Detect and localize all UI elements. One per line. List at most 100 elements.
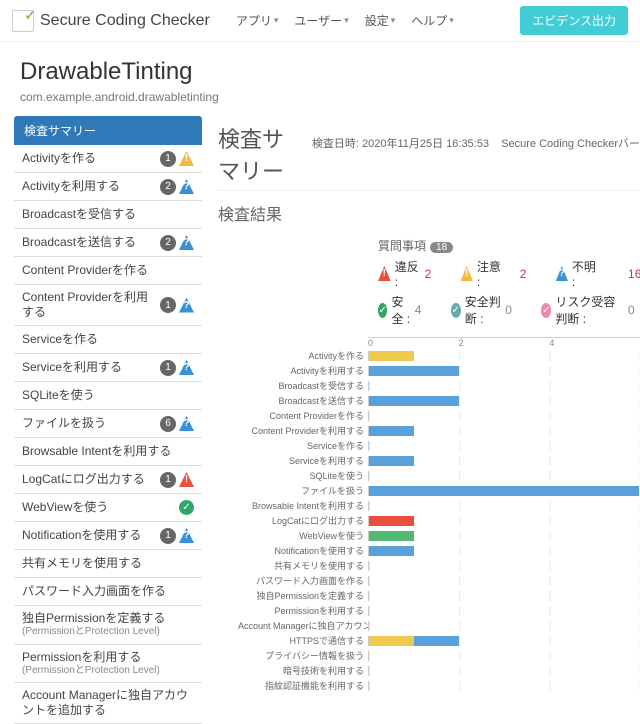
sidebar-item-label: LogCatにログ出力する bbox=[22, 472, 160, 487]
count-badge: 1 bbox=[160, 297, 176, 313]
chart-row: 共有メモリを使用する bbox=[368, 558, 640, 573]
chart-row-label: Activityを利用する bbox=[238, 364, 368, 377]
sidebar-item-label: Account Managerに独自アカウントを追加する bbox=[22, 688, 194, 718]
sidebar-item[interactable]: ファイルを扱う6? bbox=[14, 410, 202, 438]
sidebar-item[interactable]: Activityを作る1! bbox=[14, 145, 202, 173]
chart-row: 独自Permissionを定義する bbox=[368, 588, 640, 603]
chart-row-label: Content Providerを作る bbox=[238, 409, 368, 422]
safe-icon: ✓ bbox=[179, 500, 194, 515]
stat-caution: !注意 : 2 bbox=[461, 258, 532, 289]
stat-risk: ✓リスク受容判断 : 0 bbox=[541, 293, 640, 327]
sidebar-item[interactable]: Serviceを利用する1? bbox=[14, 354, 202, 382]
project-name: DrawableTinting bbox=[20, 58, 620, 86]
chart-row-label: ファイルを扱う bbox=[238, 484, 368, 497]
sidebar-item-label: Broadcastを受信する bbox=[22, 207, 194, 222]
unk-icon: ? bbox=[179, 179, 194, 194]
sidebar-item-label: 独自Permissionを定義する(PermissionとProtection … bbox=[22, 611, 194, 639]
violation-icon: ! bbox=[378, 266, 391, 281]
sidebar-item[interactable]: Activityを利用する2? bbox=[14, 173, 202, 201]
chart-row: LogCatにログ出力する bbox=[368, 513, 640, 528]
sidebar-item-label: 共有メモリを使用する bbox=[22, 556, 194, 571]
count-badge: 1 bbox=[160, 360, 176, 376]
chart-row-label: 暗号技術を利用する bbox=[238, 664, 368, 677]
chart-row-label: 独自Permissionを定義する bbox=[238, 589, 368, 602]
chart-row-label: Broadcastを受信する bbox=[238, 379, 368, 392]
stat-violation: !違反 :2 bbox=[378, 258, 437, 289]
nav-ヘルプ[interactable]: ヘルプ▾ bbox=[405, 8, 460, 33]
sidebar-item-label: Notificationを使用する bbox=[22, 528, 160, 543]
sidebar-item-label: パスワード入力画面を作る bbox=[22, 584, 194, 599]
chart-row-label: Browsable Intentを利用する bbox=[238, 499, 368, 512]
sidebar-item[interactable]: Content Providerを利用する1? bbox=[14, 285, 202, 326]
project-header: DrawableTinting com.example.android.draw… bbox=[0, 42, 640, 110]
chart-row-label: LogCatにログ出力する bbox=[238, 514, 368, 527]
sidebar-item[interactable]: Browsable Intentを利用する bbox=[14, 438, 202, 466]
chart-row-label: 共有メモリを使用する bbox=[238, 559, 368, 572]
sidebar-item[interactable]: Broadcastを受信する bbox=[14, 201, 202, 229]
sidebar-item[interactable]: Serviceを作る bbox=[14, 326, 202, 354]
chart-row-label: Content Providerを利用する bbox=[238, 424, 368, 437]
sidebar-item-label: Activityを利用する bbox=[22, 179, 160, 194]
chart-row-label: Broadcastを送信する bbox=[238, 394, 368, 407]
sidebar-item[interactable]: Content Providerを作る bbox=[14, 257, 202, 285]
chart-row: Broadcastを送信する bbox=[368, 393, 640, 408]
question-count-badge: 18 bbox=[430, 242, 453, 253]
chart-row-label: SQLiteを使う bbox=[238, 469, 368, 482]
package-name: com.example.android.drawabletinting bbox=[20, 90, 620, 104]
sidebar-item[interactable]: LogCatにログ出力する1! bbox=[14, 466, 202, 494]
summary-chart: 024 Activityを作るActivityを利用するBroadcastを受信… bbox=[368, 337, 640, 693]
sidebar-item-label: Serviceを作る bbox=[22, 332, 194, 347]
sidebar-item-label: Content Providerを利用する bbox=[22, 290, 160, 320]
nav-アプリ[interactable]: アプリ▾ bbox=[230, 8, 285, 33]
nav-設定[interactable]: 設定▾ bbox=[359, 8, 402, 33]
sidebar-header[interactable]: 検査サマリー bbox=[14, 116, 202, 145]
chart-row: 指紋認証機能を利用する bbox=[368, 678, 640, 693]
sidebar-item-label: Broadcastを送信する bbox=[22, 235, 160, 250]
export-evidence-button[interactable]: エビデンス出力 bbox=[520, 6, 628, 35]
chart-row-label: WebViewを使う bbox=[238, 529, 368, 542]
chart-row-label: Serviceを利用する bbox=[238, 454, 368, 467]
sidebar-item-label: Serviceを利用する bbox=[22, 360, 160, 375]
sidebar-item[interactable]: Account Managerに独自アカウントを追加する bbox=[14, 683, 202, 724]
sidebar-item[interactable]: WebViewを使う✓ bbox=[14, 494, 202, 522]
sidebar-item[interactable]: Broadcastを送信する2? bbox=[14, 229, 202, 257]
chart-row: WebViewを使う bbox=[368, 528, 640, 543]
nav-ユーザー[interactable]: ユーザー▾ bbox=[288, 8, 354, 33]
chart-row: Permissionを利用する bbox=[368, 603, 640, 618]
chart-row: ファイルを扱う bbox=[368, 483, 640, 498]
stat-safedec: ✓安全判断 :0 bbox=[451, 293, 518, 327]
result-heading: 検査結果 bbox=[218, 201, 640, 225]
stat-safe: ✓安全 :4 bbox=[378, 293, 427, 327]
top-nav: アプリ▾ユーザー▾設定▾ヘルプ▾ bbox=[230, 8, 460, 33]
chevron-down-icon: ▾ bbox=[449, 15, 454, 26]
sidebar-item-label: WebViewを使う bbox=[22, 500, 179, 515]
caution-icon: ! bbox=[179, 151, 194, 166]
chart-row: パスワード入力画面を作る bbox=[368, 573, 640, 588]
sidebar-item-label: Browsable Intentを利用する bbox=[22, 444, 194, 459]
sidebar-item[interactable]: SQLiteを使う bbox=[14, 382, 202, 410]
sidebar-item[interactable]: Permissionを利用する(PermissionとProtection Le… bbox=[14, 645, 202, 684]
stat-unknown: ?不明 : 16 bbox=[556, 258, 640, 289]
topbar: Secure Coding Checker アプリ▾ユーザー▾設定▾ヘルプ▾ エ… bbox=[0, 0, 640, 42]
sidebar-item[interactable]: 共有メモリを使用する bbox=[14, 550, 202, 578]
chart-row-label: Account Managerに独自アカウントを追加する bbox=[238, 619, 368, 632]
chart-row-label: Permissionを利用する bbox=[238, 604, 368, 617]
count-badge: 1 bbox=[160, 472, 176, 488]
count-badge: 1 bbox=[160, 151, 176, 167]
sidebar-item[interactable]: パスワード入力画面を作る bbox=[14, 578, 202, 606]
sidebar-item[interactable]: 独自Permissionを定義する(PermissionとProtection … bbox=[14, 606, 202, 645]
chart-row: Content Providerを利用する bbox=[368, 423, 640, 438]
unk-icon: ? bbox=[179, 235, 194, 250]
chart-row: 暗号技術を利用する bbox=[368, 663, 640, 678]
safe-icon: ✓ bbox=[378, 303, 387, 318]
main-content: 検査サマリー 検査日時: 2020年11月25日 16:35:53 Secure… bbox=[202, 116, 640, 724]
brand-text: Secure Coding Checker bbox=[40, 12, 210, 30]
unk-icon: ? bbox=[179, 528, 194, 543]
caution-icon: ! bbox=[461, 266, 473, 281]
stats-block: 質問事項18 !違反 :2 !注意 : 2 ?不明 : 16 ✓安全 :4 ✓安… bbox=[218, 237, 640, 327]
chart-row: Serviceを作る bbox=[368, 438, 640, 453]
count-badge: 2 bbox=[160, 179, 176, 195]
chart-row-label: プライバシー情報を扱う bbox=[238, 649, 368, 662]
sidebar-item[interactable]: Notificationを使用する1? bbox=[14, 522, 202, 550]
unknown-icon: ? bbox=[556, 266, 568, 281]
